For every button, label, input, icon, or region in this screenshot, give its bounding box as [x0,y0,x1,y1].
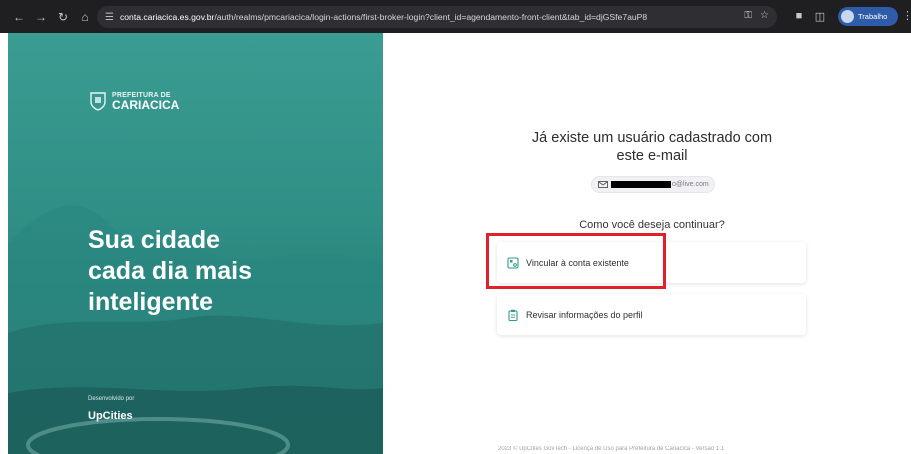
upcities-brand: UpCities [88,410,133,422]
city-crest-icon [90,92,106,111]
city-mountains-illustration [8,205,383,454]
profile-label: Trabalho [858,12,888,21]
site-info-icon[interactable]: ☰ [105,12,114,23]
profile-button[interactable]: Trabalho [838,7,898,26]
password-key-icon[interactable]: ⚿ [744,10,752,21]
cariacica-logo: PREFEITURA DE CARIACICA [88,91,179,111]
email-badge: o@live.com [591,176,715,193]
menu-kebab-icon[interactable]: ⋮ [902,9,911,22]
forward-arrow-icon[interactable]: → [32,8,50,26]
footer-text: 2023 © UpCities GovTech - Licença de Uso… [498,446,725,452]
bookmark-star-icon[interactable]: ☆ [760,10,769,21]
developed-by-label: Desenvolvido por [88,396,135,402]
headline-line-1: Sua cidade [88,226,220,254]
address-bar[interactable]: ☰ conta.cariacica.es.gov.br/auth/realms/… [97,6,777,28]
avatar [841,10,854,23]
back-arrow-icon[interactable]: ← [10,8,28,26]
title-line-2: este e-mail [616,148,688,164]
clipboard-icon [508,309,518,321]
highlight-annotation-box [486,233,666,289]
extensions-puzzle-icon[interactable]: ◫ [812,8,828,24]
review-profile-option[interactable]: Revisar informações do perfil [497,294,806,335]
title-line-1: Já existe um usuário cadastrado com [531,130,773,146]
mail-icon [598,181,608,188]
email-domain-text: o@live.com [672,181,709,188]
logo-line-2: CARIACICA [112,97,180,112]
url-text: conta.cariacica.es.gov.br/auth/realms/pm… [119,12,648,22]
headline-line-2: cada dia mais [88,257,252,285]
page-title: Já existe um usuário cadastrado com este… [495,129,809,165]
extension-icon[interactable]: ■ [791,8,807,24]
home-icon[interactable]: ⌂ [76,8,94,26]
continue-question: Como você deseja continuar? [579,219,725,231]
reload-icon[interactable]: ↻ [54,8,72,26]
redacted-email [611,181,671,188]
hero-headline: Sua cidade cada dia mais inteligente [88,225,252,318]
option-label: Revisar informações do perfil [526,309,643,320]
headline-line-3: inteligente [88,288,214,316]
browser-toolbar: ← → ↻ ⌂ ☰ conta.cariacica.es.gov.br/auth… [0,0,911,33]
hero-panel: PREFEITURA DE CARIACICA Sua cidade cada … [8,33,383,454]
